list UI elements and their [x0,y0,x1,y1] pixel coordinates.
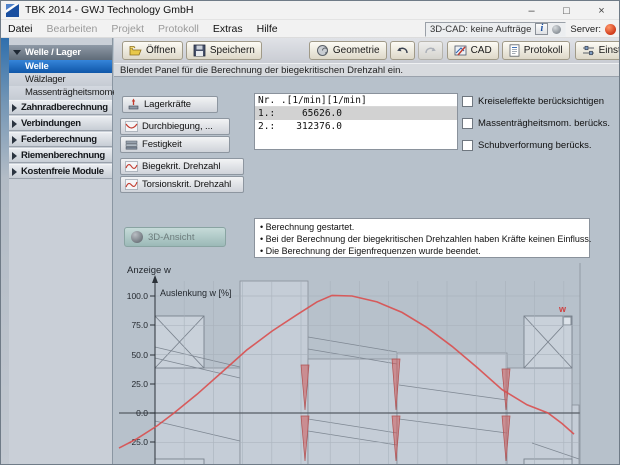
cad-status-text: 3D-CAD: keine Aufträge [430,24,531,35]
protocol-button[interactable]: Protokoll [502,41,570,60]
sidebar: Welle / Lager Welle Wälzlager Massenträg… [9,38,113,464]
sphere-icon [131,231,143,243]
menu-hilfe[interactable]: Hilfe [250,23,285,35]
sidebar-section-riemenberechnung[interactable]: Riemenberechnung [9,148,112,163]
y-axis-label: Auslenkung w [%] [160,288,232,298]
maximize-button[interactable]: □ [549,1,584,20]
redo-icon [423,44,438,57]
critical-speed-table: Nr. .[1/min][1/min] 1.: 65626.0 2.: 3123… [254,93,458,150]
shear-deformation-option[interactable]: Schubverformung berücks. [462,140,592,151]
message-log: • Berechnung gestartet. • Bei der Berech… [254,218,590,258]
strength-icon [125,138,138,151]
menu-projekt: Projekt [104,23,151,35]
bending-critical-icon [125,160,138,173]
save-button[interactable]: Speichern [186,41,262,60]
open-button[interactable]: Öffnen [122,41,183,60]
curve-series-label: w [558,304,567,314]
app-window: TBK 2014 - GWJ Technology GmbH – □ × Dat… [0,0,620,465]
deflection-button[interactable]: Durchbiegung, ... [120,118,230,135]
svg-text:100.0: 100.0 [127,291,149,301]
settings-icon [582,44,595,57]
undo-button[interactable] [390,41,415,60]
message-line: • Berechnung gestartet. [260,221,584,233]
sidebar-section-welle-lager[interactable]: Welle / Lager [9,45,112,60]
server-status-indicator [605,24,616,35]
geometry-button[interactable]: Geometrie [309,41,387,60]
settings-button[interactable]: Einstellungen [575,41,620,60]
svg-text:0.0: 0.0 [136,408,148,418]
menu-datei[interactable]: Datei [1,23,40,35]
display-value[interactable]: w [163,265,171,276]
collapsed-triangle-icon [12,152,17,160]
info-button[interactable]: i [535,23,548,35]
hint-text: Blendet Panel für die Berechnung der bie… [114,65,403,76]
main-area: Öffnen Speichern Geometrie [114,38,619,464]
content-panel: Lagerkräfte Durchbiegung, ... Festigkeit [114,77,619,464]
window-title: TBK 2014 - GWJ Technology GmbH [25,4,193,16]
message-line: • Die Berechnung der Eigenfrequenzen wur… [260,245,584,257]
sidebar-section-zahnradberechnung[interactable]: Zahnradberechnung [9,100,112,115]
strength-button[interactable]: Festigkeit [120,136,230,153]
sidebar-item-welle[interactable]: Welle [9,60,112,73]
menu-bar: Datei Bearbeiten Projekt Protokoll Extra… [1,20,619,38]
svg-text:75.0: 75.0 [131,320,148,330]
mass-inertia-option[interactable]: Massenträgheitsmom. berücks. [462,118,610,129]
menu-protokoll: Protokoll [151,23,206,35]
cad-status-field: 3D-CAD: keine Aufträge i [425,22,566,37]
svg-text:25.0: 25.0 [131,379,148,389]
table-row[interactable]: 1.: 65626.0 [255,107,457,120]
sidebar-item-waelzlager[interactable]: Wälzlager [9,73,112,86]
y-tick-labels: 100.0 75.0 50.0 25.0 0.0 -25.0 [127,291,149,447]
hint-bar: Blendet Panel für die Berechnung der bie… [114,63,619,77]
expanded-triangle-icon [13,50,21,55]
gyro-effects-option[interactable]: Kreiseleffekte berücksichtigen [462,96,604,107]
svg-text:50.0: 50.0 [131,350,148,360]
menu-bearbeiten: Bearbeiten [40,23,105,35]
checkbox[interactable] [462,140,473,151]
redo-button [418,41,443,60]
cad-status-indicator [552,25,561,34]
collapsed-triangle-icon [12,104,17,112]
collapsed-triangle-icon [12,136,17,144]
display-label: Anzeige [127,265,161,276]
protocol-document-icon [509,44,520,57]
deflection-icon [125,120,138,133]
sidebar-item-massentraegheitsmoment[interactable]: Massenträgheitsmoment [9,86,112,99]
table-header: Nr. .[1/min][1/min] [255,94,457,107]
left-accent-strip [1,38,9,464]
sidebar-section-federberechnung[interactable]: Federberechnung [9,132,112,147]
collapsed-triangle-icon [12,120,17,128]
view-3d-button: 3D-Ansicht [124,227,226,247]
app-icon [6,4,19,17]
checkbox[interactable] [462,118,473,129]
sidebar-section-kostenfreie-module[interactable]: Kostenfreie Module [9,164,112,179]
deflection-chart: 100.0 75.0 50.0 25.0 0.0 -25.0 Anzeige w… [117,263,620,465]
checkbox[interactable] [462,96,473,107]
server-label: Server: [570,24,601,35]
menu-extras[interactable]: Extras [206,23,250,35]
torsion-critical-button[interactable]: Torsionskrit. Drehzahl [120,176,244,193]
message-line: • Bei der Berechnung der biegekritischen… [260,233,584,245]
torsion-critical-icon [125,178,138,191]
bearing-forces-button[interactable]: Lagerkräfte [122,96,218,113]
geometry-icon [316,44,329,57]
open-folder-icon [129,44,142,57]
collapsed-triangle-icon [12,168,17,176]
toolbar: Öffnen Speichern Geometrie [114,38,619,63]
sidebar-section-verbindungen[interactable]: Verbindungen [9,116,112,131]
bearing-forces-icon [127,98,140,111]
minimize-button[interactable]: – [514,1,549,20]
cad-icon [454,44,467,57]
close-button[interactable]: × [584,1,619,20]
bending-critical-button[interactable]: Biegekrit. Drehzahl [120,158,244,175]
table-row[interactable]: 2.: 312376.0 [255,120,457,133]
title-bar: TBK 2014 - GWJ Technology GmbH – □ × [1,1,619,20]
save-disk-icon [193,44,206,57]
undo-icon [395,44,410,57]
cad-button[interactable]: CAD [447,41,499,60]
